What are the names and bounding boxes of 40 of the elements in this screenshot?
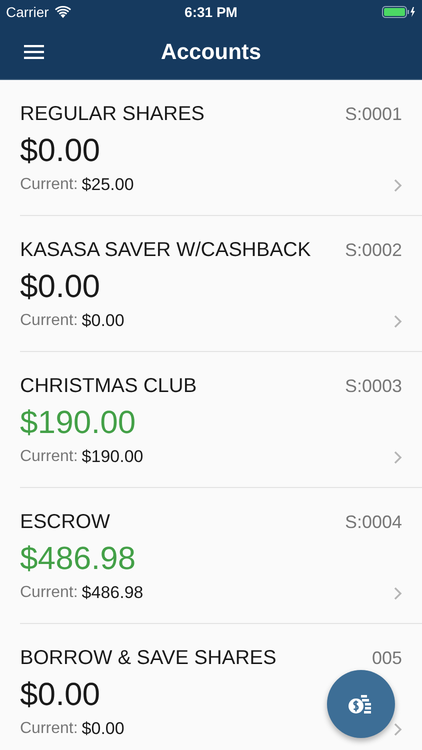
account-name: CHRISTMAS CLUB xyxy=(20,375,197,398)
account-balance: $190.00 xyxy=(20,404,136,441)
account-row[interactable]: CHRISTMAS CLUB S:0003 $190.00 Current: $190.00 xyxy=(20,352,422,488)
account-number: S:0003 xyxy=(344,376,402,397)
transfer-button[interactable] xyxy=(327,670,395,738)
status-time: 6:31 PM xyxy=(184,4,238,20)
carrier-name: Carrier xyxy=(6,4,49,20)
current-balance: $486.98 xyxy=(82,583,144,603)
account-row[interactable]: REGULAR SHARES S:0001 $0.00 Current: $25.00 xyxy=(20,80,422,216)
wifi-icon xyxy=(54,6,71,18)
account-name: BORROW & SAVE SHARES xyxy=(20,647,276,670)
chevron-icon xyxy=(394,586,402,600)
account-row[interactable]: KASASA SAVER W/CASHBACK S:0002 $0.00 Current: $0.00 xyxy=(20,216,422,352)
current-balance: $0.00 xyxy=(82,311,124,331)
current-label: Current: xyxy=(20,720,78,738)
account-balance: $0.00 xyxy=(20,676,100,713)
account-name: ESCROW xyxy=(20,511,110,534)
page-title: Accounts xyxy=(160,38,262,64)
account-balance: $0.00 xyxy=(20,268,100,305)
current-balance: $0.00 xyxy=(82,719,124,739)
battery-icon xyxy=(382,6,416,18)
current-balance: $25.00 xyxy=(82,175,134,195)
chevron-icon xyxy=(394,722,402,736)
current-label: Current: xyxy=(20,176,78,194)
chevron-icon xyxy=(394,314,402,328)
current-label: Current: xyxy=(20,448,78,466)
account-row[interactable]: ESCROW S:0004 $486.98 Current: $486.98 xyxy=(20,488,422,624)
account-number: S:0004 xyxy=(344,512,402,533)
current-label: Current: xyxy=(20,584,78,602)
chevron-icon xyxy=(394,450,402,464)
account-balance: $0.00 xyxy=(20,132,100,169)
account-name: REGULAR SHARES xyxy=(20,103,204,126)
chevron-icon xyxy=(394,178,402,192)
account-number: 005 xyxy=(372,648,402,669)
account-name: KASASA SAVER W/CASHBACK xyxy=(20,239,311,262)
current-label: Current: xyxy=(20,312,78,330)
current-balance: $190.00 xyxy=(82,447,144,467)
account-balance: $486.98 xyxy=(20,540,136,577)
account-number: S:0001 xyxy=(344,104,402,125)
account-number: S:0002 xyxy=(344,240,402,261)
